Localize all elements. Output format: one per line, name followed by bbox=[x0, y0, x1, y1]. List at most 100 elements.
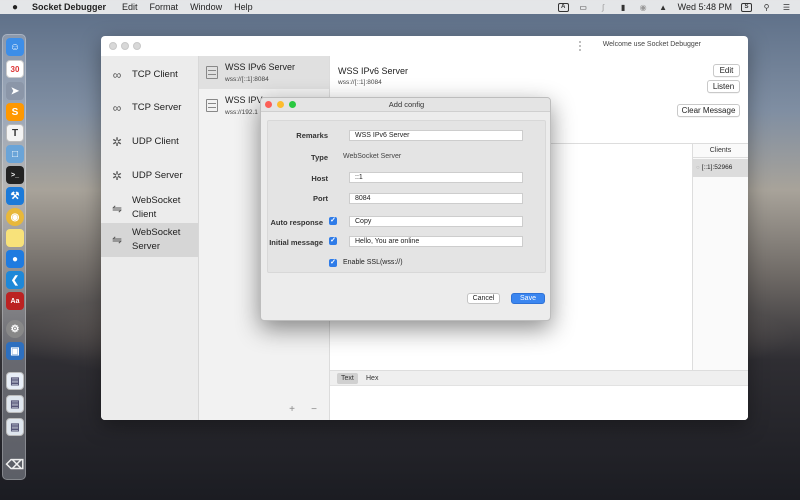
broadcast-icon: ✲ bbox=[111, 135, 123, 149]
menu-app-name[interactable]: Socket Debugger bbox=[32, 2, 106, 12]
sidebar-item-label: TCP Client bbox=[132, 69, 178, 80]
clients-panel: Clients ○ [::1]:52966 bbox=[692, 143, 748, 370]
sidebar-item-tcp-server[interactable]: ∞ TCP Server bbox=[101, 98, 198, 118]
menu-window[interactable]: Window bbox=[190, 2, 222, 12]
list-item[interactable]: WSS IPv6 Server wss://[::1]:8084 bbox=[199, 56, 329, 89]
sidebar-item-label: WebSocket Client bbox=[132, 195, 181, 220]
menu-format[interactable]: Format bbox=[150, 2, 179, 12]
auto-response-input[interactable]: Copy bbox=[349, 216, 523, 227]
sidebar-item-label: TCP Server bbox=[132, 102, 182, 113]
menu-help[interactable]: Help bbox=[234, 2, 253, 12]
volume-icon[interactable]: ▲ bbox=[658, 3, 669, 12]
sidebar-item-tcp-client[interactable]: ∞ TCP Client bbox=[101, 64, 198, 84]
client-status-icon: ○ bbox=[696, 165, 700, 171]
chrome-icon[interactable]: ◉ bbox=[6, 208, 24, 226]
sidebar-item-websocket-server[interactable]: ⇋ WebSocket Server bbox=[101, 223, 198, 257]
dictionary-icon[interactable]: Aa bbox=[6, 292, 24, 310]
dialog-titlebar[interactable]: Add config bbox=[261, 98, 550, 112]
websocket-icon: ⇋ bbox=[111, 202, 123, 216]
window-zoom-button[interactable] bbox=[133, 42, 141, 50]
websocket-icon: ⇋ bbox=[111, 233, 123, 247]
window-title: Welcome use Socket Debugger bbox=[602, 41, 701, 48]
split-handle[interactable] bbox=[578, 40, 582, 52]
app-tray-icon[interactable]: S bbox=[741, 2, 752, 12]
window-minimize-button[interactable] bbox=[121, 42, 129, 50]
document-icon[interactable]: ▤ bbox=[6, 372, 24, 390]
enable-ssl-checkbox[interactable]: ✓ bbox=[329, 259, 337, 267]
maps-icon[interactable]: ● bbox=[6, 250, 24, 268]
add-config-dialog: Add config Remarks WSS IPv6 Server Type … bbox=[260, 97, 551, 321]
apple-menu-icon[interactable]: ● bbox=[10, 2, 20, 13]
bluetooth-icon[interactable]: ∫ bbox=[598, 3, 609, 12]
calendar-icon[interactable]: 30 bbox=[6, 60, 24, 78]
add-server-button[interactable]: + bbox=[287, 404, 297, 415]
clear-message-button[interactable]: Clear Message bbox=[677, 104, 740, 117]
mode-hex-tab[interactable]: Hex bbox=[362, 373, 382, 384]
terminal-icon[interactable]: >_ bbox=[6, 166, 24, 184]
config-form: Remarks WSS IPv6 Server Type WebSocket S… bbox=[267, 120, 546, 273]
sidebar-item-label: UDP Client bbox=[132, 136, 179, 147]
sidebar-item-udp-server[interactable]: ✲ UDP Server bbox=[101, 166, 198, 186]
menu-extras: A ▭ ∫ ▮ ◉ ▲ Wed 5:48 PM S ⚲ ☰ bbox=[557, 0, 792, 14]
menu-edit[interactable]: Edit bbox=[122, 2, 138, 12]
window-titlebar[interactable]: Welcome use Socket Debugger bbox=[101, 36, 748, 56]
link-icon: ∞ bbox=[112, 101, 122, 115]
trash-icon[interactable]: ⌫ bbox=[6, 456, 24, 474]
sidebar-item-label: WebSocket Server bbox=[132, 227, 181, 252]
downloads-stack-icon[interactable]: ▤ bbox=[6, 418, 24, 436]
notification-center-icon[interactable]: ☰ bbox=[781, 3, 792, 12]
remarks-input[interactable]: WSS IPv6 Server bbox=[349, 130, 523, 141]
enable-ssl-label: Enable SSL(wss://) bbox=[343, 259, 403, 266]
link-icon: ∞ bbox=[112, 68, 122, 82]
auto-response-checkbox[interactable]: ✓ bbox=[329, 217, 337, 225]
typora-icon[interactable]: T bbox=[6, 124, 24, 142]
stack-icon[interactable]: ▤ bbox=[6, 395, 24, 413]
airplay-icon[interactable]: ▭ bbox=[578, 3, 589, 12]
server-url: wss://[::1]:8084 bbox=[225, 76, 269, 83]
edit-button[interactable]: Edit bbox=[713, 64, 740, 77]
detail-url: wss://[::1]:8084 bbox=[338, 79, 382, 86]
host-input[interactable]: ::1 bbox=[349, 172, 523, 183]
launchpad-icon[interactable]: ➤ bbox=[6, 82, 24, 100]
xcode-icon[interactable]: ⚒ bbox=[6, 187, 24, 205]
input-source-icon[interactable]: A bbox=[557, 2, 569, 12]
broadcast-icon: ✲ bbox=[111, 169, 123, 183]
clock[interactable]: Wed 5:48 PM bbox=[678, 2, 732, 12]
battery-icon[interactable]: ▮ bbox=[618, 3, 629, 12]
remarks-label: Remarks bbox=[296, 131, 328, 140]
window-close-button[interactable] bbox=[109, 42, 117, 50]
client-address: [::1]:52966 bbox=[701, 164, 733, 171]
socket-debugger-icon[interactable]: ▣ bbox=[6, 342, 24, 360]
message-input[interactable] bbox=[330, 386, 748, 420]
sidebar-item-websocket-client[interactable]: ⇋ WebSocket Client bbox=[101, 193, 198, 225]
server-icon bbox=[206, 99, 218, 112]
save-button[interactable]: Save bbox=[511, 293, 545, 304]
mode-bar: Text Hex bbox=[330, 370, 748, 386]
wifi-icon[interactable]: ◉ bbox=[638, 3, 649, 12]
sidebar-item-udp-client[interactable]: ✲ UDP Client bbox=[101, 132, 198, 152]
dialog-title: Add config bbox=[388, 100, 425, 109]
system-preferences-icon[interactable]: ⚙ bbox=[6, 320, 24, 338]
spotlight-search-icon[interactable]: ⚲ bbox=[761, 3, 772, 12]
client-row[interactable]: ○ [::1]:52966 bbox=[693, 159, 748, 177]
host-label: Host bbox=[311, 174, 328, 183]
detail-title: WSS IPv6 Server bbox=[338, 66, 409, 76]
server-title: WSS IPv6 Server bbox=[225, 62, 296, 72]
sidebar: ∞ TCP Client ∞ TCP Server ✲ UDP Client ✲… bbox=[101, 56, 199, 420]
preview-icon[interactable]: □ bbox=[6, 145, 24, 163]
sublime-text-icon[interactable]: S bbox=[6, 103, 24, 121]
mode-text-tab[interactable]: Text bbox=[337, 373, 358, 384]
finder-icon[interactable]: ☺ bbox=[6, 38, 24, 56]
vscode-icon[interactable]: ❮ bbox=[6, 271, 24, 289]
initial-message-checkbox[interactable]: ✓ bbox=[329, 237, 337, 245]
initial-message-label: Initial message bbox=[269, 238, 323, 247]
clients-header: Clients bbox=[693, 144, 748, 158]
port-input[interactable]: 8084 bbox=[349, 193, 523, 204]
sidebar-item-label: UDP Server bbox=[132, 170, 183, 181]
cancel-button[interactable]: Cancel bbox=[467, 293, 500, 304]
notes-icon[interactable] bbox=[6, 229, 24, 247]
listen-button[interactable]: Listen bbox=[707, 80, 740, 93]
initial-message-input[interactable]: Hello, You are online bbox=[349, 236, 523, 247]
remove-server-button[interactable]: − bbox=[309, 404, 319, 415]
server-title: WSS IPV bbox=[225, 95, 263, 105]
